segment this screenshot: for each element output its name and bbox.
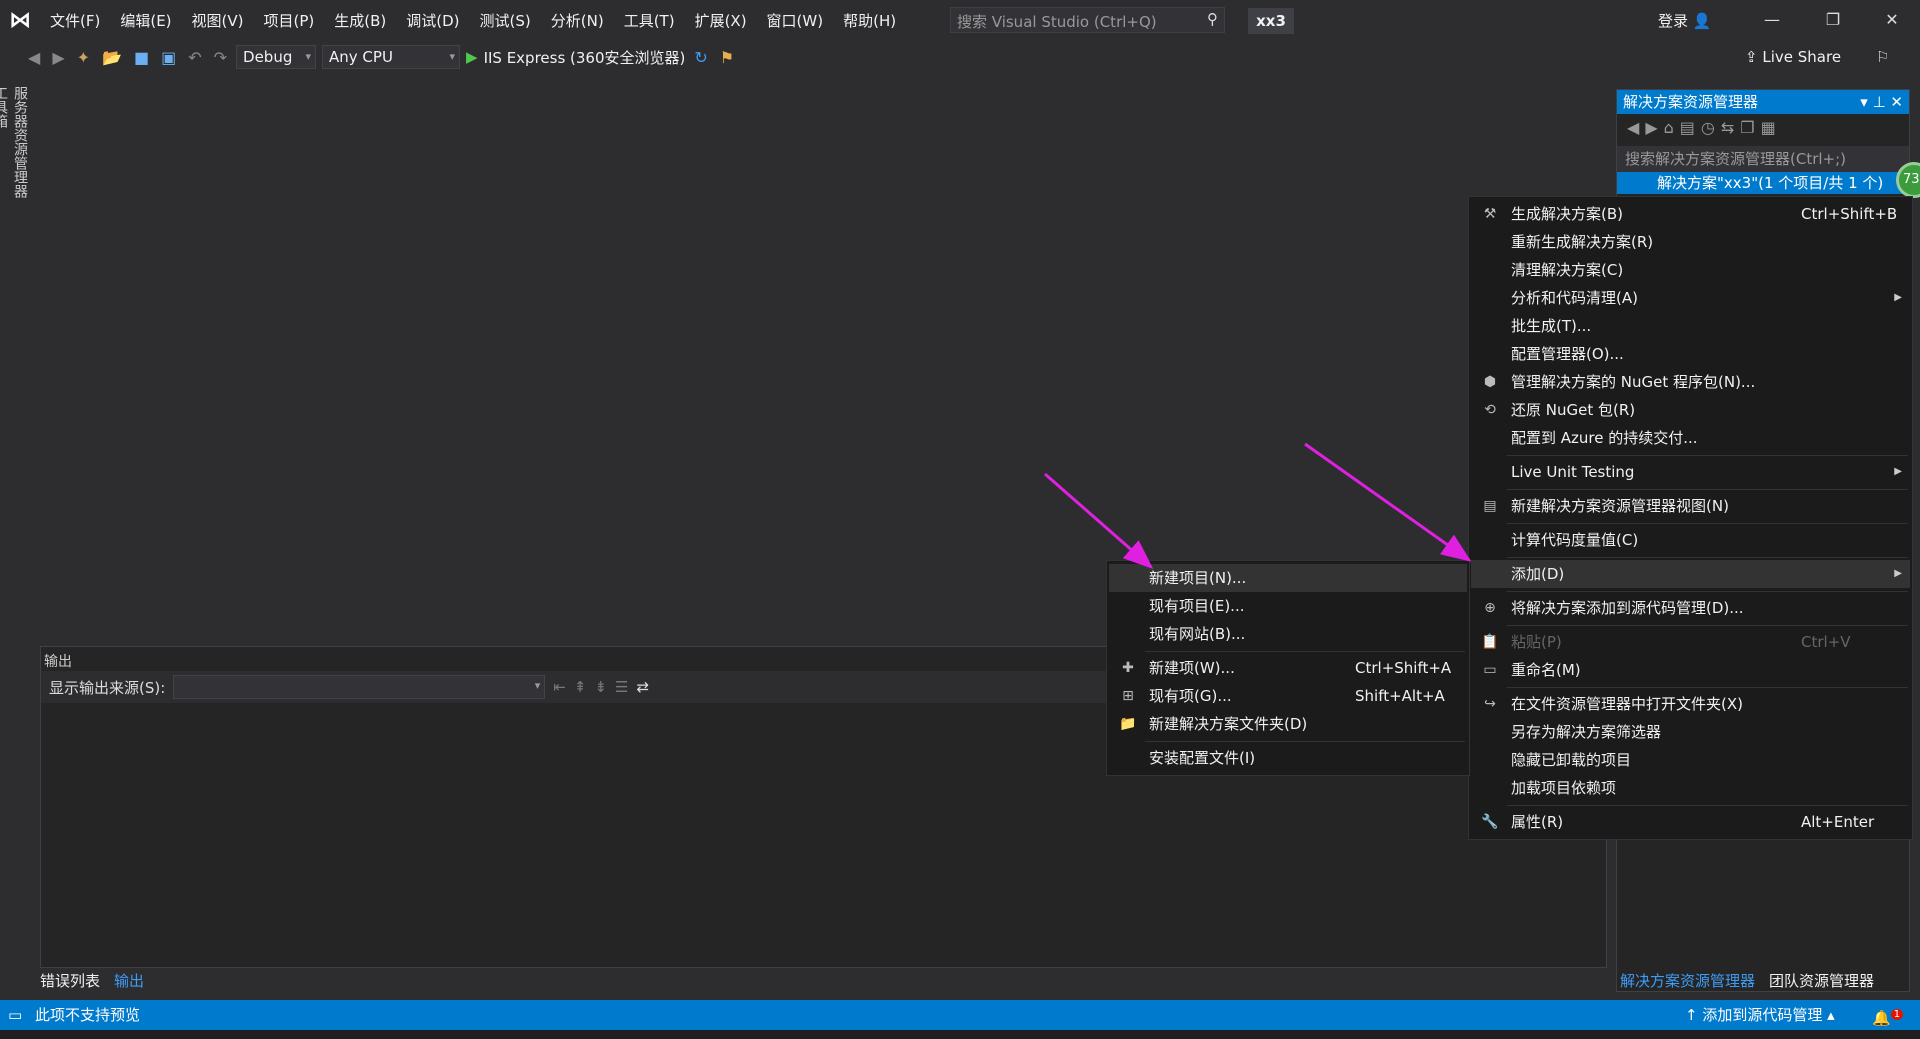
arrow-to-new-project <box>1044 472 1154 569</box>
arrow-to-add <box>1304 442 1472 562</box>
annotation-arrows <box>1044 442 1472 569</box>
